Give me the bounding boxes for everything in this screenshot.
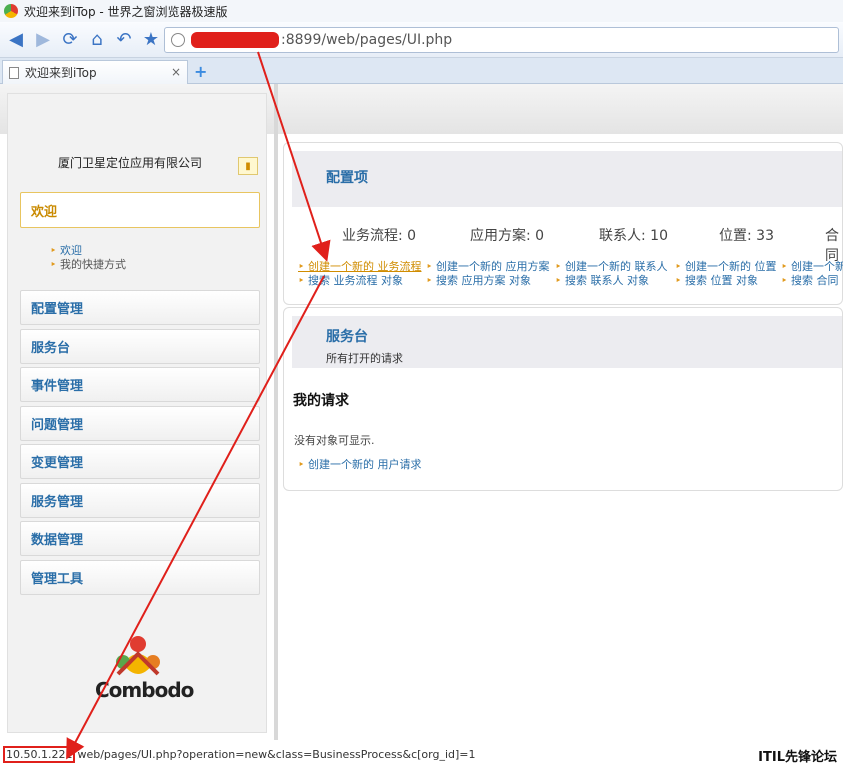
window-titlebar: 欢迎来到iTop - 世界之窗浏览器极速版 (0, 0, 843, 22)
pin-icon[interactable]: ▮ (238, 157, 258, 175)
menu-label: 事件管理 (31, 379, 84, 394)
stat-locations: 位置: 33 (719, 228, 774, 244)
panel-header: 服务台 所有打开的请求 (292, 316, 842, 368)
tab-strip: 欢迎来到iTop × + (0, 58, 843, 84)
browser-logo-icon (4, 4, 18, 18)
panel-subtitle: 所有打开的请求 (326, 352, 403, 365)
company-name: 厦门卫星定位应用有限公司 (58, 156, 203, 170)
page-content: 厦门卫星定位应用有限公司 ▮ 欢迎 欢迎 我的快捷方式 配置管理 服务台 事件管… (0, 84, 843, 740)
menu-label: 服务台 (31, 341, 71, 356)
service-desk-panel: 服务台 所有打开的请求 我的请求 没有对象可显示. 创建一个新的 用户请求 (283, 307, 843, 491)
panel-divider[interactable] (274, 84, 278, 740)
page-icon (9, 66, 19, 79)
menu-label: 配置管理 (31, 302, 84, 317)
menu-label: 变更管理 (31, 456, 84, 471)
window-title: 欢迎来到iTop - 世界之窗浏览器极速版 (24, 4, 228, 19)
close-tab-icon[interactable]: × (171, 65, 181, 79)
combodo-logo-text: Combodo (95, 678, 194, 702)
forum-watermark: ITIL先锋论坛 (758, 750, 837, 765)
back-icon[interactable]: ◀ (4, 28, 28, 52)
submenu-shortcuts[interactable]: 我的快捷方式 (50, 256, 126, 272)
menu-problem-management[interactable]: 问题管理 (20, 406, 260, 441)
menu-data-management[interactable]: 数据管理 (20, 521, 260, 556)
welcome-submenu: 欢迎 我的快捷方式 (20, 228, 260, 292)
panel-title: 配置项 (326, 170, 368, 186)
favorite-star-icon[interactable]: ★ (139, 28, 163, 52)
undo-icon[interactable]: ↶ (112, 28, 136, 52)
menu-change-management[interactable]: 变更管理 (20, 444, 260, 479)
panel-header: 配置项 (292, 151, 842, 207)
new-tab-icon[interactable]: + (194, 62, 207, 81)
no-objects-text: 没有对象可显示. (294, 434, 375, 447)
menu-label: 问题管理 (31, 418, 84, 433)
my-requests-heading: 我的请求 (293, 393, 349, 409)
menu-label: 欢迎 (31, 204, 58, 220)
config-items-panel: 配置项 业务流程: 0 应用方案: 0 联系人: 10 位置: 33 合同 创建… (283, 142, 843, 305)
menu-admin-tools[interactable]: 管理工具 (20, 560, 260, 595)
link-search-application-solution[interactable]: 搜索 应用方案 对象 (426, 272, 531, 288)
menu-label: 管理工具 (31, 572, 84, 587)
address-url: :8899/web/pages/UI.php (281, 32, 453, 48)
sidebar: 厦门卫星定位应用有限公司 ▮ 欢迎 欢迎 我的快捷方式 配置管理 服务台 事件管… (7, 93, 267, 733)
tab-label: 欢迎来到iTop (25, 66, 97, 80)
menu-incident-management[interactable]: 事件管理 (20, 367, 260, 402)
link-create-user-request[interactable]: 创建一个新的 用户请求 (298, 456, 422, 472)
link-search-business-process[interactable]: 搜索 业务流程 对象 (298, 272, 403, 288)
menu-config-management[interactable]: 配置管理 (20, 290, 260, 325)
menu-welcome[interactable]: 欢迎 (20, 192, 260, 228)
status-bar: 10.50.1.221 web/pages/UI.php?operation=n… (0, 740, 843, 768)
status-ip: 10.50.1.221 (3, 745, 76, 763)
page-info-icon (171, 33, 185, 47)
link-search-contact[interactable]: 搜索 联系人 对象 (555, 272, 649, 288)
menu-service-desk[interactable]: 服务台 (20, 329, 260, 364)
redacted-host (191, 32, 279, 48)
home-icon[interactable]: ⌂ (85, 28, 109, 52)
link-search-location[interactable]: 搜索 位置 对象 (675, 272, 758, 288)
menu-label: 服务管理 (31, 495, 84, 510)
address-bar[interactable]: :8899/web/pages/UI.php (164, 27, 839, 53)
menu-label: 数据管理 (31, 533, 84, 548)
refresh-icon[interactable]: ⟳ (58, 28, 82, 52)
panel-title: 服务台 (326, 329, 368, 345)
browser-toolbar: ◀ ▶ ⟳ ⌂ ↶ ★ :8899/web/pages/UI.php (0, 22, 843, 58)
stat-contacts: 联系人: 10 (599, 228, 668, 244)
tab-itop[interactable]: 欢迎来到iTop × (2, 60, 188, 84)
menu-service-management[interactable]: 服务管理 (20, 483, 260, 518)
link-search-contract[interactable]: 搜索 合同 (781, 272, 839, 288)
status-url: web/pages/UI.php?operation=new&class=Bus… (77, 747, 476, 761)
stat-business-process: 业务流程: 0 (342, 228, 417, 244)
stat-application-solution: 应用方案: 0 (470, 228, 545, 244)
forward-icon[interactable]: ▶ (31, 28, 55, 52)
